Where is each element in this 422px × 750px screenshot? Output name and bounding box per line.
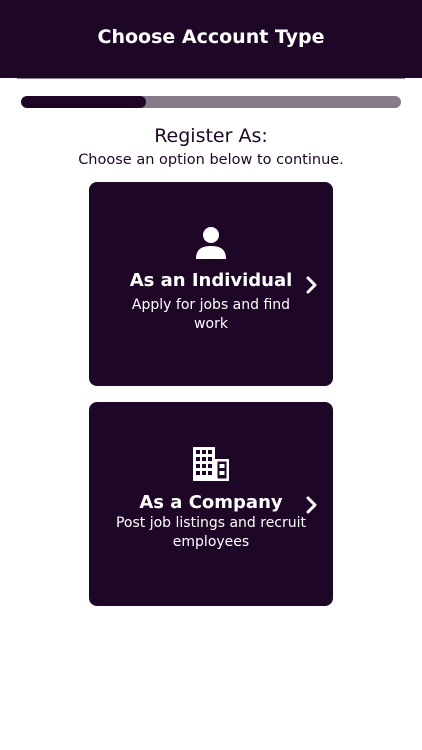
register-subheading: Choose an option below to continue. bbox=[78, 152, 344, 168]
individual-option-card[interactable]: As an Individual Apply for jobs and find… bbox=[89, 182, 333, 386]
chevron-right-icon bbox=[305, 276, 319, 298]
page-title: Choose Account Type bbox=[97, 26, 325, 48]
header-divider bbox=[17, 78, 405, 79]
company-option-card[interactable]: As a Company Post job listings and recru… bbox=[89, 402, 333, 606]
progress-bar bbox=[21, 96, 401, 108]
individual-option-description: Apply for jobs and find work bbox=[131, 297, 291, 332]
person-icon bbox=[194, 226, 228, 264]
individual-option-title: As an Individual bbox=[129, 270, 293, 291]
register-heading: Register As: bbox=[154, 125, 268, 147]
company-option-description: Post job listings and recruit employees bbox=[115, 515, 307, 550]
progress-bar-fill bbox=[21, 96, 147, 108]
building-icon bbox=[192, 446, 230, 486]
chevron-right-icon bbox=[305, 496, 319, 518]
company-option-title: As a Company bbox=[139, 492, 283, 513]
app-bar: Choose Account Type bbox=[0, 0, 422, 78]
